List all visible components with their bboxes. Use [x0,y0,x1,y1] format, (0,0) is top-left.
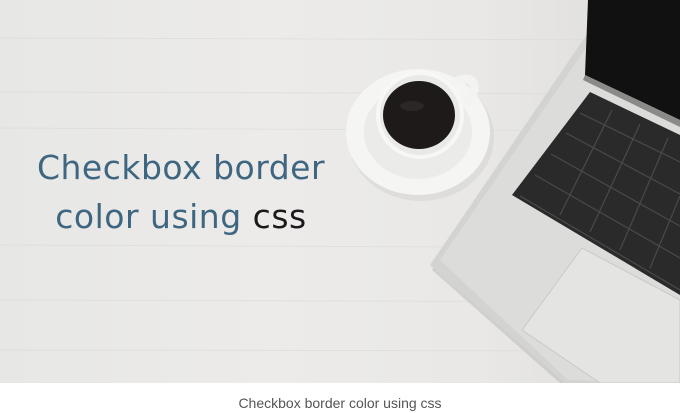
image-caption: Checkbox border color using css [238,395,442,411]
headline-line-1: Checkbox border [36,148,326,187]
laptop [430,0,680,383]
headline-line-2-prefix: color using [55,197,242,236]
hero-headline: Checkbox border color using css [16,143,346,241]
hero-image: Checkbox border color using css [0,0,680,383]
headline-line-2: color using css [16,192,346,241]
headline-highlight-word: css [252,197,307,236]
